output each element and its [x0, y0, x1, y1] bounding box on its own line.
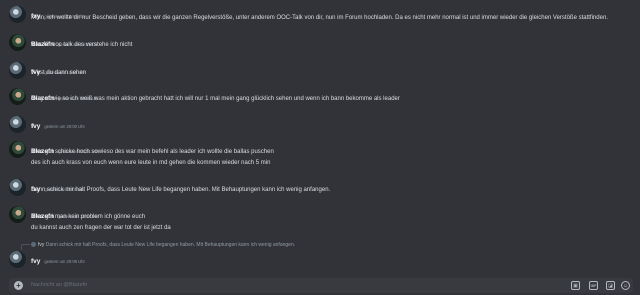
message-text: Wirst du dann sehen	[31, 70, 87, 76]
reply-username: fvy	[38, 242, 45, 248]
message-text: du kannst auch zen fragen der war tot de…	[31, 225, 171, 231]
message-text: okay sowie so ich weiß was mein aktion g…	[31, 96, 400, 102]
avatar[interactable]	[9, 34, 26, 51]
gift-icon[interactable]: ▣	[571, 281, 580, 290]
avatar[interactable]	[9, 6, 26, 23]
avatar[interactable]	[9, 206, 26, 223]
avatar[interactable]	[9, 179, 26, 196]
add-attachment-icon[interactable]: +	[14, 281, 23, 290]
message-text: alles gut man kein problem ich gönne euc…	[31, 214, 146, 220]
message-text: alles gut schicke hoch sowieso des war m…	[31, 149, 274, 155]
avatar[interactable]	[9, 251, 26, 268]
reply-avatar	[31, 242, 36, 248]
reply-connector	[21, 244, 30, 250]
message-text: Dann schick mir halt Proofs, dass Leute …	[31, 187, 331, 193]
avatar[interactable]	[9, 116, 26, 133]
message-list[interactable]: fvy gestern um 19:54 Uhr Moin, ich wollte…	[0, 0, 640, 272]
reply-text: Dann schick mir halt Proofs, dass Leute …	[45, 242, 296, 248]
sticker-icon[interactable]: ◪	[606, 281, 615, 290]
message-text: ?	[31, 124, 35, 130]
timestamp: gestern um 20:09 Uhr	[44, 259, 85, 264]
emoji-icon[interactable]: ☺	[621, 281, 630, 290]
avatar[interactable]	[9, 62, 26, 79]
message-text: Moin, ich wollte dir nur Bescheid geben,…	[31, 15, 608, 21]
reply-preview[interactable]: fvy Dann schick mir halt Proofs, dass Le…	[31, 242, 295, 248]
message-composer[interactable]: + Nachricht an @Blazefn ▣ GIF ◪ ☺	[9, 278, 633, 293]
message-text: was für ooc talk des verstehe ich nicht	[31, 42, 133, 48]
gif-icon[interactable]: GIF	[589, 281, 598, 290]
avatar[interactable]	[9, 141, 26, 158]
avatar[interactable]	[9, 88, 26, 105]
message-text: des ich auch krass von euch wenn eure le…	[31, 160, 271, 166]
timestamp: gestern um 20:00 Uhr	[44, 124, 85, 129]
message-text: .	[31, 258, 33, 264]
message-input[interactable]: Nachricht an @Blazefn	[31, 282, 87, 288]
